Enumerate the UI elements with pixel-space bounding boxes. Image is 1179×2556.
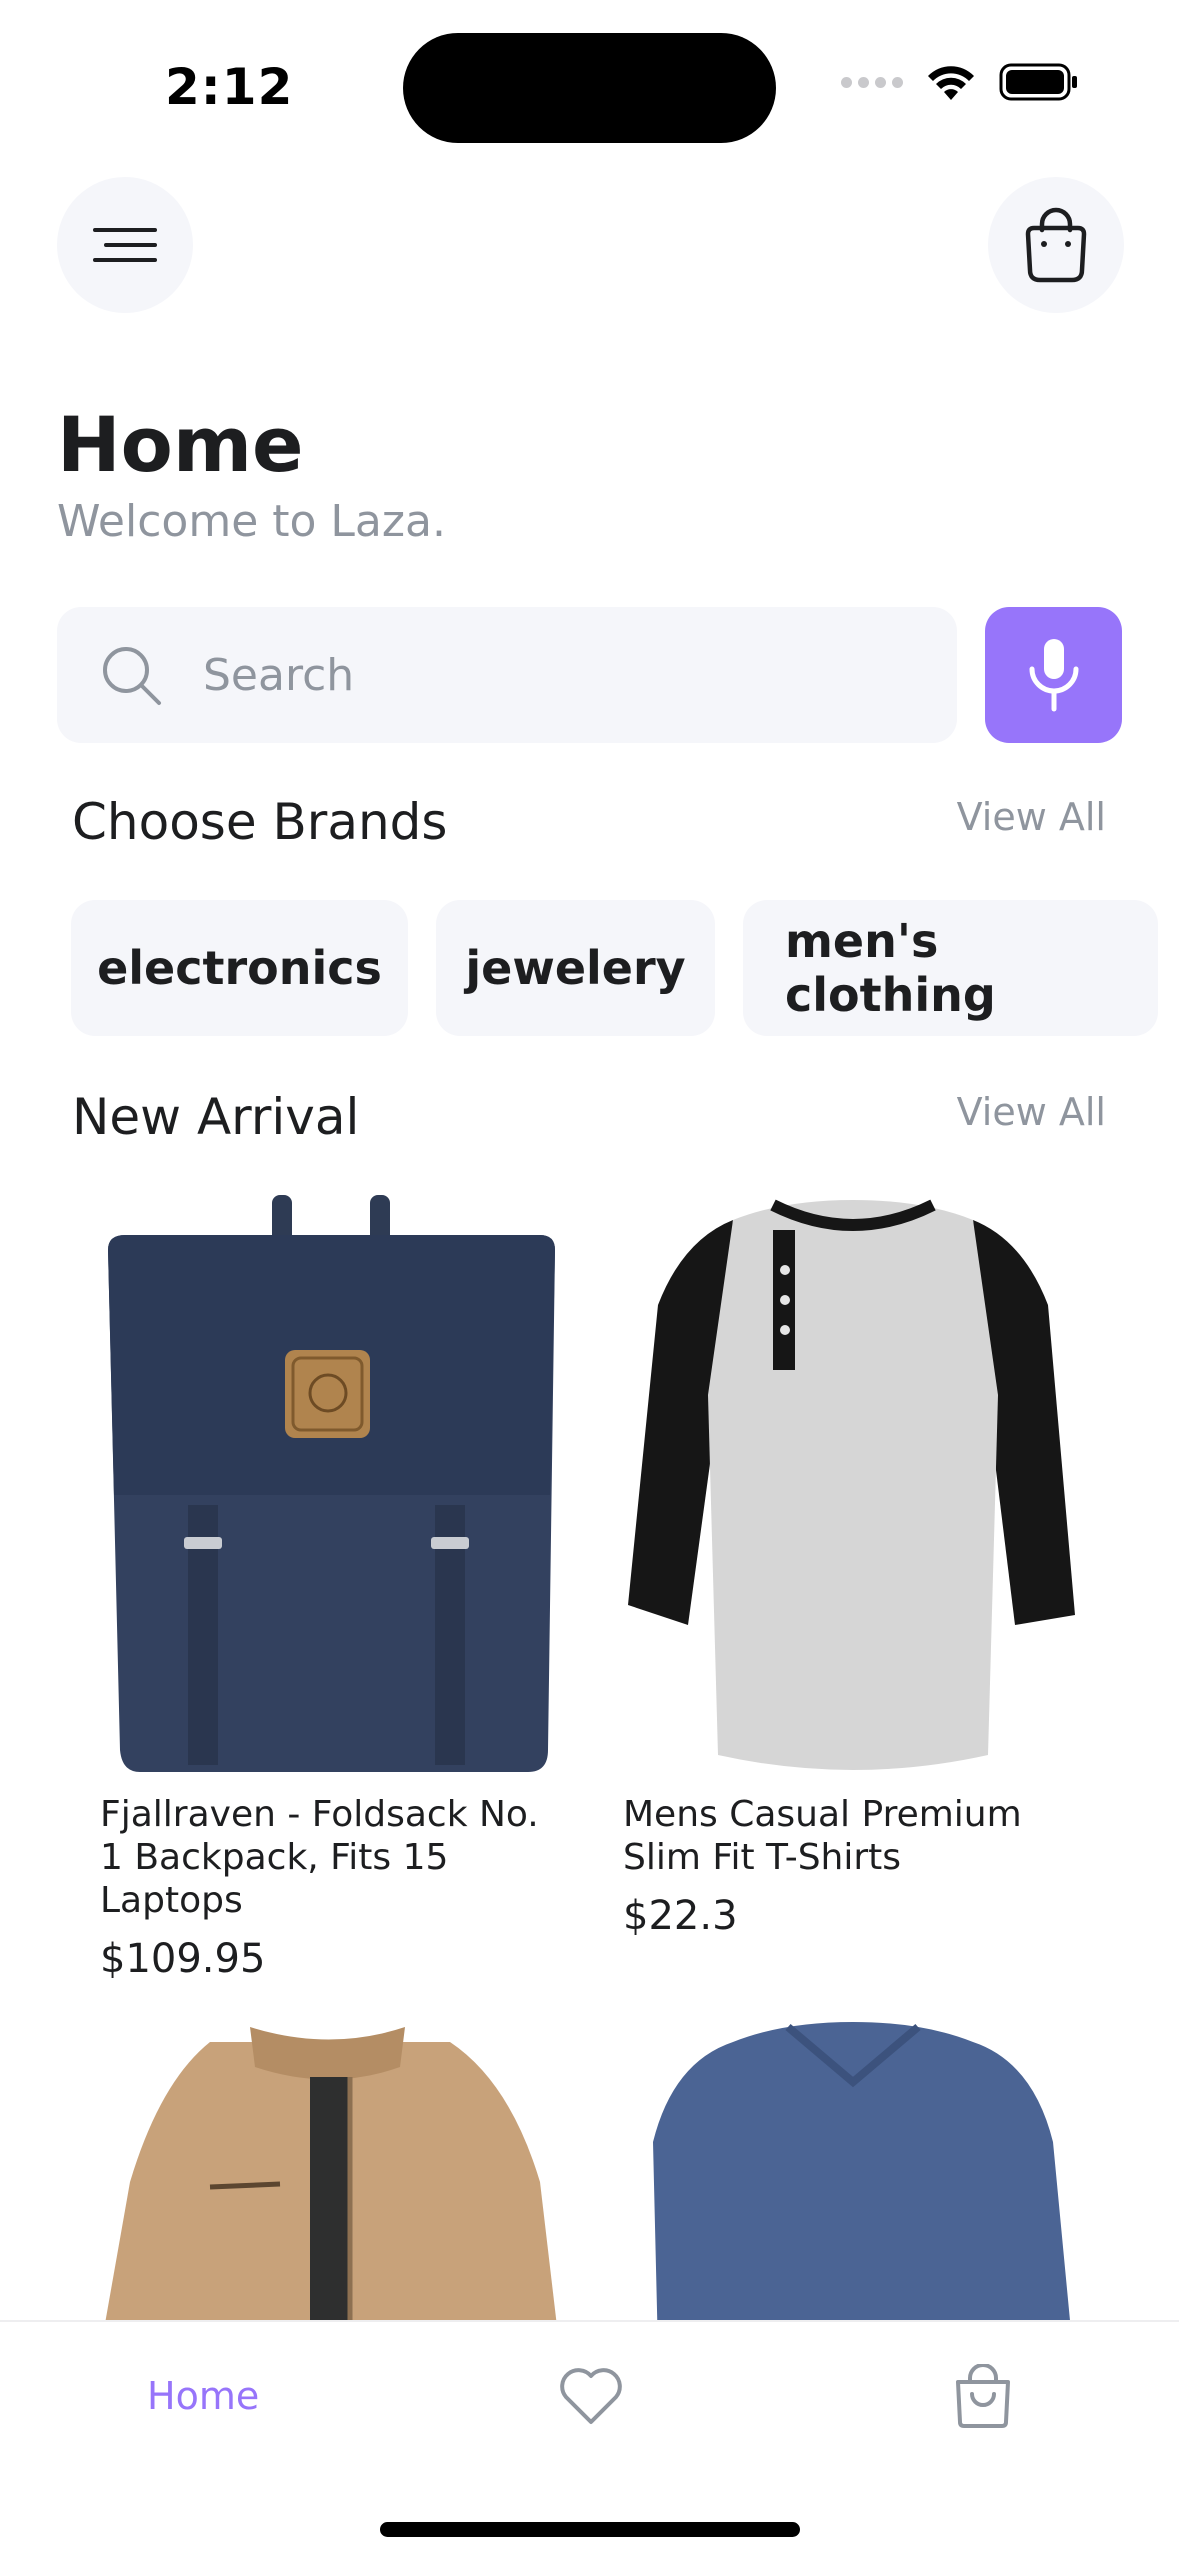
- search-input[interactable]: [203, 649, 903, 701]
- brand-chip-mens-clothing[interactable]: men's clothing: [743, 900, 1158, 1036]
- status-time: 2:12: [165, 58, 294, 116]
- product-image-henley-shirt: [623, 1195, 1083, 1775]
- battery-icon: [999, 63, 1077, 101]
- brands-section-title: Choose Brands: [72, 793, 448, 851]
- brand-chip-electronics[interactable]: electronics: [71, 900, 408, 1036]
- bottom-navigation: Home: [0, 2320, 1179, 2556]
- page-subtitle: Welcome to Laza.: [57, 496, 446, 547]
- brands-list: electronics jewelery men's clothing: [71, 900, 1158, 1036]
- product-price: $22.3: [623, 1893, 738, 1939]
- product-name: Fjallraven - Foldsack No. 1 Backpack, Fi…: [100, 1794, 539, 1921]
- brands-view-all-link[interactable]: View All: [957, 795, 1106, 839]
- microphone-icon: [1029, 639, 1078, 712]
- product-card[interactable]: Fjallraven - Foldsack No. 1 Backpack, Fi…: [100, 1195, 560, 1982]
- product-name: Mens Casual Premium Slim Fit T-Shirts: [623, 1794, 1022, 1878]
- status-icons: [841, 62, 1079, 102]
- search-icon: [103, 647, 161, 705]
- search-box[interactable]: [57, 607, 957, 743]
- menu-icon: [93, 228, 157, 262]
- product-image-backpack: [100, 1195, 560, 1775]
- new-arrival-view-all-link[interactable]: View All: [957, 1090, 1106, 1134]
- product-price: $109.95: [100, 1936, 266, 1982]
- heart-icon[interactable]: [558, 2364, 624, 2426]
- dynamic-island: [403, 33, 776, 143]
- cellular-signal-icon: [841, 76, 903, 88]
- brand-chip-jewelery[interactable]: jewelery: [436, 900, 715, 1036]
- wifi-icon: [928, 66, 974, 100]
- product-card[interactable]: Mens Casual Premium Slim Fit T-Shirts $2…: [623, 1195, 1083, 1939]
- shopping-bag-icon[interactable]: [950, 2364, 1016, 2430]
- new-arrival-section-title: New Arrival: [72, 1088, 360, 1146]
- page-title: Home: [57, 400, 304, 489]
- nav-home-tab[interactable]: Home: [147, 2374, 259, 2418]
- voice-search-button[interactable]: [985, 607, 1122, 743]
- home-indicator: [380, 2522, 800, 2537]
- shopping-bag-icon: [1025, 207, 1087, 283]
- cart-button[interactable]: [988, 177, 1124, 313]
- menu-button[interactable]: [57, 177, 193, 313]
